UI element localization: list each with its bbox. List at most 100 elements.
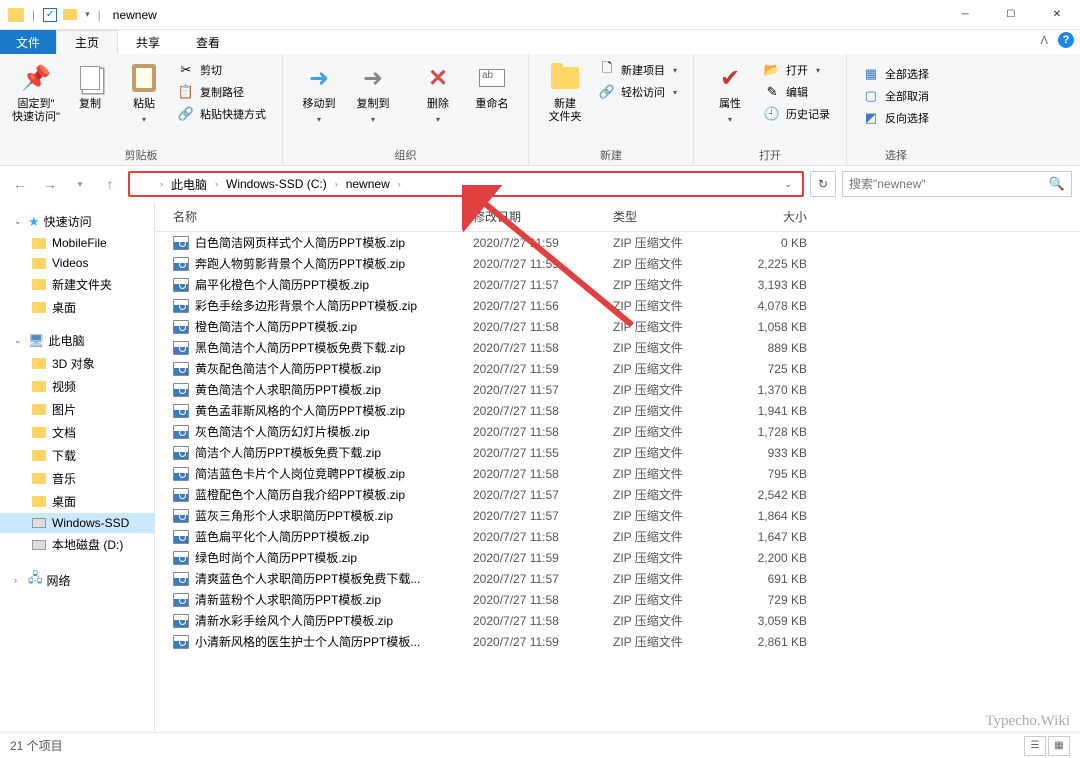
file-row[interactable]: 橙色简洁个人简历PPT模板.zip2020/7/27 11:58ZIP 压缩文件… bbox=[155, 316, 1080, 337]
file-row[interactable]: 蓝灰三角形个人求职简历PPT模板.zip2020/7/27 11:57ZIP 压… bbox=[155, 505, 1080, 526]
file-row[interactable]: 简洁蓝色卡片个人岗位竞聘PPT模板.zip2020/7/27 11:58ZIP … bbox=[155, 463, 1080, 484]
col-size[interactable]: 大小 bbox=[733, 208, 827, 225]
sidebar-quickaccess[interactable]: ⌄★快速访问 bbox=[0, 210, 154, 233]
easyaccess-button[interactable]: 🔗轻松访问▾ bbox=[593, 82, 683, 102]
address-dropdown-icon[interactable]: ⌄ bbox=[778, 179, 798, 190]
newfolder-button[interactable]: 新建文件夹 bbox=[539, 58, 591, 124]
select-all-button[interactable]: ▦全部选择 bbox=[857, 64, 935, 84]
file-row[interactable]: 黑色简洁个人简历PPT模板免费下载.zip2020/7/27 11:58ZIP … bbox=[155, 337, 1080, 358]
file-row[interactable]: 清新水彩手绘风个人简历PPT模板.zip2020/7/27 11:58ZIP 压… bbox=[155, 610, 1080, 631]
sidebar-item[interactable]: 3D 对象 bbox=[0, 352, 154, 375]
easyaccess-icon: 🔗 bbox=[599, 84, 615, 100]
chevron-right-icon[interactable]: › bbox=[213, 179, 220, 189]
copy-path-button[interactable]: 📋复制路径 bbox=[172, 82, 272, 102]
file-row[interactable]: 蓝色扁平化个人简历PPT模板.zip2020/7/27 11:58ZIP 压缩文… bbox=[155, 526, 1080, 547]
file-date: 2020/7/27 11:58 bbox=[473, 614, 613, 628]
tab-file[interactable]: 文件 bbox=[0, 30, 56, 54]
forward-button[interactable]: → bbox=[38, 172, 62, 196]
copy-button[interactable]: 复制 bbox=[64, 58, 116, 111]
chevron-right-icon[interactable]: › bbox=[396, 179, 403, 189]
crumb-thispc[interactable]: 此电脑 bbox=[167, 176, 211, 193]
file-row[interactable]: 黄色简洁个人求职简历PPT模板.zip2020/7/27 11:57ZIP 压缩… bbox=[155, 379, 1080, 400]
properties-qat-icon[interactable]: ✓ bbox=[43, 8, 57, 22]
chevron-right-icon[interactable]: › bbox=[333, 179, 340, 189]
folder-icon bbox=[32, 450, 46, 461]
address-bar[interactable]: › 此电脑 › Windows-SSD (C:) › newnew › ⌄ bbox=[128, 171, 804, 197]
sidebar-item[interactable]: 下载 bbox=[0, 444, 154, 467]
file-name: 白色简洁网页样式个人简历PPT模板.zip bbox=[195, 234, 405, 251]
file-row[interactable]: 彩色手绘多边形背景个人简历PPT模板.zip2020/7/27 11:56ZIP… bbox=[155, 295, 1080, 316]
folder-qat-icon[interactable] bbox=[63, 9, 77, 20]
search-input[interactable] bbox=[849, 177, 1049, 191]
file-row[interactable]: 清爽蓝色个人求职简历PPT模板免费下载...2020/7/27 11:57ZIP… bbox=[155, 568, 1080, 589]
tab-view[interactable]: 查看 bbox=[178, 30, 238, 54]
file-name: 橙色简洁个人简历PPT模板.zip bbox=[195, 318, 357, 335]
paste-shortcut-button[interactable]: 🔗粘贴快捷方式 bbox=[172, 104, 272, 124]
tab-home[interactable]: 主页 bbox=[56, 30, 118, 54]
sidebar-thispc[interactable]: ⌄🖥此电脑 bbox=[0, 329, 154, 352]
icons-view-button[interactable]: ▦ bbox=[1048, 736, 1070, 756]
file-row[interactable]: 奔跑人物剪影背景个人简历PPT模板.zip2020/7/27 11:59ZIP … bbox=[155, 253, 1080, 274]
chevron-right-icon[interactable]: › bbox=[158, 179, 165, 189]
sidebar-item[interactable]: 桌面 bbox=[0, 296, 154, 319]
folder-icon bbox=[32, 496, 46, 507]
sidebar-item[interactable]: 文档 bbox=[0, 421, 154, 444]
pin-quickaccess-button[interactable]: 📌 固定到"快速访问" bbox=[10, 58, 62, 124]
edit-button[interactable]: ✎编辑 bbox=[758, 82, 836, 102]
help-icon[interactable]: ? bbox=[1058, 32, 1074, 48]
delete-button[interactable]: ✕ 删除▾ bbox=[412, 58, 464, 124]
sidebar-item[interactable]: 音乐 bbox=[0, 467, 154, 490]
file-row[interactable]: 黄色孟菲斯风格的个人简历PPT模板.zip2020/7/27 11:58ZIP … bbox=[155, 400, 1080, 421]
crumb-drive[interactable]: Windows-SSD (C:) bbox=[222, 177, 331, 191]
select-invert-label: 反向选择 bbox=[885, 110, 929, 126]
file-row[interactable]: 蓝橙配色个人简历自我介绍PPT模板.zip2020/7/27 11:57ZIP … bbox=[155, 484, 1080, 505]
file-row[interactable]: 清新蓝粉个人求职简历PPT模板.zip2020/7/27 11:58ZIP 压缩… bbox=[155, 589, 1080, 610]
moveto-button[interactable]: ➜ 移动到▾ bbox=[293, 58, 345, 124]
recent-dropdown[interactable]: ▾ bbox=[68, 172, 92, 196]
file-row[interactable]: 黄灰配色简洁个人简历PPT模板.zip2020/7/27 11:59ZIP 压缩… bbox=[155, 358, 1080, 379]
properties-button[interactable]: ✔ 属性▾ bbox=[704, 58, 756, 124]
back-button[interactable]: ← bbox=[8, 172, 32, 196]
sidebar-item[interactable]: 视频 bbox=[0, 375, 154, 398]
up-button[interactable]: ↑ bbox=[98, 172, 122, 196]
details-view-button[interactable]: ☰ bbox=[1024, 736, 1046, 756]
select-none-button[interactable]: ▢全部取消 bbox=[857, 86, 935, 106]
minimize-button[interactable]: ─ bbox=[942, 0, 988, 30]
file-row[interactable]: 绿色时尚个人简历PPT模板.zip2020/7/27 11:59ZIP 压缩文件… bbox=[155, 547, 1080, 568]
maximize-button[interactable]: ☐ bbox=[988, 0, 1034, 30]
file-row[interactable]: 简洁个人简历PPT模板免费下载.zip2020/7/27 11:55ZIP 压缩… bbox=[155, 442, 1080, 463]
sidebar-network[interactable]: ›🖧网络 bbox=[0, 566, 154, 594]
sidebar-item[interactable]: 图片 bbox=[0, 398, 154, 421]
history-button[interactable]: 🕘历史记录 bbox=[758, 104, 836, 124]
file-row[interactable]: 白色简洁网页样式个人简历PPT模板.zip2020/7/27 11:59ZIP … bbox=[155, 232, 1080, 253]
sidebar-item[interactable]: 桌面 bbox=[0, 490, 154, 513]
select-invert-button[interactable]: ◩反向选择 bbox=[857, 108, 935, 128]
sidebar-item[interactable]: MobileFile bbox=[0, 233, 154, 253]
refresh-button[interactable]: ↻ bbox=[810, 171, 836, 197]
file-row[interactable]: 灰色简洁个人简历幻灯片模板.zip2020/7/27 11:58ZIP 压缩文件… bbox=[155, 421, 1080, 442]
search-box[interactable]: 🔍 bbox=[842, 171, 1072, 197]
zip-icon bbox=[173, 299, 189, 313]
crumb-folder[interactable]: newnew bbox=[342, 177, 394, 191]
sidebar-item[interactable]: 本地磁盘 (D:) bbox=[0, 533, 154, 556]
rename-button[interactable]: 重命名 bbox=[466, 58, 518, 111]
paste-button[interactable]: 粘贴 ▾ bbox=[118, 58, 170, 124]
file-row[interactable]: 扁平化橙色个人简历PPT模板.zip2020/7/27 11:57ZIP 压缩文… bbox=[155, 274, 1080, 295]
col-name[interactable]: 名称 bbox=[173, 208, 473, 225]
file-row[interactable]: 小清新风格的医生护士个人简历PPT模板...2020/7/27 11:59ZIP… bbox=[155, 631, 1080, 652]
col-type[interactable]: 类型 bbox=[613, 208, 733, 225]
tab-share[interactable]: 共享 bbox=[118, 30, 178, 54]
collapse-ribbon-icon[interactable]: ᐱ bbox=[1040, 34, 1048, 47]
search-icon[interactable]: 🔍 bbox=[1049, 176, 1065, 192]
sidebar-item[interactable]: Videos bbox=[0, 253, 154, 273]
newitem-button[interactable]: 🗋新建项目▾ bbox=[593, 60, 683, 80]
close-button[interactable]: ✕ bbox=[1034, 0, 1080, 30]
copyto-button[interactable]: ➜ 复制到▾ bbox=[347, 58, 399, 124]
cut-button[interactable]: ✂剪切 bbox=[172, 60, 272, 80]
sidebar-item[interactable]: Windows-SSD bbox=[0, 513, 154, 533]
sidebar-item[interactable]: 新建文件夹 bbox=[0, 273, 154, 296]
file-size: 1,058 KB bbox=[733, 320, 827, 334]
col-date[interactable]: 修改日期 bbox=[473, 208, 613, 225]
qat-dropdown-icon[interactable]: ▾ bbox=[83, 9, 90, 20]
open-button[interactable]: 📂打开▾ bbox=[758, 60, 836, 80]
